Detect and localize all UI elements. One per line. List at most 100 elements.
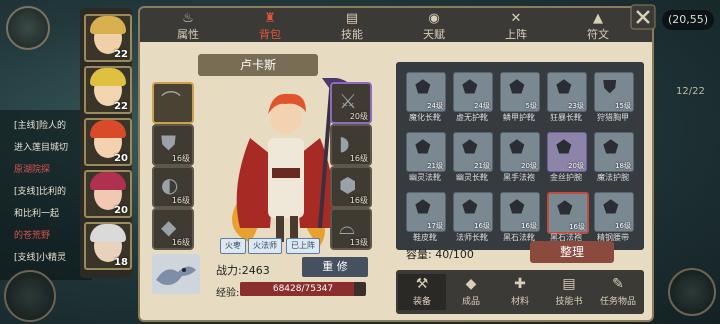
inventory-item[interactable]: ⬟ 16级 bbox=[453, 192, 493, 232]
equipment-icon: ⌓ bbox=[339, 215, 355, 239]
minimap-compass[interactable] bbox=[6, 6, 50, 50]
exp-bar: 68428/75347 bbox=[240, 282, 366, 296]
equipment-slot-right[interactable]: ⬢ 16级 bbox=[330, 166, 372, 208]
party-member-portrait[interactable]: 20 bbox=[84, 118, 132, 166]
party-member-portrait[interactable]: 22 bbox=[84, 66, 132, 114]
equipment-slot-right[interactable]: ⌓ 13级 bbox=[330, 208, 372, 250]
category-tab-label: 装备 bbox=[412, 297, 431, 307]
capacity-value: 40/100 bbox=[435, 248, 474, 261]
scroll-icon: ✎ bbox=[612, 276, 624, 292]
pouch-icon: ◆ bbox=[465, 276, 477, 292]
quest-line[interactable]: [支线]比利的 bbox=[14, 184, 66, 197]
item-icon: ⬟ bbox=[415, 77, 431, 98]
inventory-item[interactable]: ⬟ 23级 bbox=[547, 72, 587, 112]
party-member-portrait[interactable]: 18 bbox=[84, 222, 132, 270]
category-tab-技能书[interactable]: ▤ 技能书 bbox=[545, 274, 593, 307]
fire-icon: ♨ bbox=[182, 11, 194, 26]
party-member-portrait[interactable]: 20 bbox=[84, 170, 132, 218]
equipment-slot-left[interactable]: ⌒ bbox=[152, 82, 194, 124]
item-name: 鳞甲护靴 bbox=[503, 113, 535, 122]
tab-label: 符文 bbox=[587, 28, 609, 41]
tab-天赋[interactable]: ◉ 天赋 bbox=[404, 10, 464, 42]
inventory-item[interactable]: ⬟ 24级 bbox=[453, 72, 493, 112]
eye-icon: ◉ bbox=[428, 11, 440, 26]
equipment-level: 16级 bbox=[349, 154, 368, 163]
equipment-level: 16级 bbox=[171, 154, 190, 163]
item-level: 24级 bbox=[474, 102, 490, 110]
close-button[interactable] bbox=[630, 4, 656, 30]
quest-line[interactable]: 的苍荒野 bbox=[14, 228, 50, 241]
tab-背包[interactable]: ♜ 背包 bbox=[240, 10, 300, 42]
item-level: 18级 bbox=[615, 162, 631, 170]
tab-属性[interactable]: ♨ 属性 bbox=[158, 10, 218, 42]
item-icon: ⬟ bbox=[509, 137, 525, 158]
tab-符文[interactable]: ▲ 符文 bbox=[568, 10, 628, 42]
item-name: 狩猎胸甲 bbox=[597, 113, 629, 122]
quest-line[interactable]: [主线]险人的 bbox=[14, 118, 66, 131]
inventory-item[interactable]: ⬟ 18级 bbox=[594, 132, 634, 172]
map-coordinates: (20,55) bbox=[662, 10, 714, 30]
category-tab-任务物品[interactable]: ✎ 任务物品 bbox=[594, 274, 642, 307]
hero-tag: 火法师 bbox=[248, 238, 282, 254]
equipment-slot-right[interactable]: ◗ 16级 bbox=[330, 124, 372, 166]
item-name: 幽灵长靴 bbox=[456, 173, 488, 182]
joystick-compass[interactable] bbox=[4, 270, 56, 322]
book-icon: ▤ bbox=[562, 276, 576, 292]
inventory-item[interactable]: ⬟ 24级 bbox=[406, 72, 446, 112]
action-orb[interactable] bbox=[668, 268, 716, 316]
inventory-item[interactable]: ⬟ 21级 bbox=[406, 132, 446, 172]
inventory-item[interactable]: ⬟ 16级 bbox=[500, 192, 540, 232]
inventory-item[interactable]: ⬟ 20级 bbox=[547, 132, 587, 172]
backpack-icon: ♜ bbox=[264, 11, 276, 26]
item-level: 24级 bbox=[427, 102, 443, 110]
party-roster: 22 22 20 20 18 bbox=[80, 8, 132, 278]
inventory-item[interactable]: ⬟ 16级 bbox=[594, 192, 634, 232]
category-tab-label: 成品 bbox=[461, 297, 480, 307]
quest-line[interactable]: 进入莲目城切 bbox=[14, 140, 68, 153]
tab-上阵[interactable]: ✕ 上阵 bbox=[486, 10, 546, 42]
inventory-item[interactable]: ⛊ 15级 bbox=[594, 72, 634, 112]
capacity: 容量: 40/100 bbox=[406, 246, 474, 262]
item-icon: ⬟ bbox=[462, 137, 478, 158]
equipment-slot-left[interactable]: ◐ 16级 bbox=[152, 166, 194, 208]
reset-button[interactable]: 重 修 bbox=[302, 257, 368, 277]
item-level: 20级 bbox=[521, 162, 537, 170]
tab-技能[interactable]: ▤ 技能 bbox=[322, 10, 382, 42]
capacity-label: 容量: bbox=[406, 248, 432, 261]
party-member-level: 22 bbox=[114, 49, 128, 60]
party-member-level: 20 bbox=[114, 205, 128, 216]
item-level: 17级 bbox=[427, 222, 443, 230]
equipment-slot-left[interactable]: ⛊ 16级 bbox=[152, 124, 194, 166]
category-tab-材料[interactable]: ✚ 材料 bbox=[496, 274, 544, 307]
inventory-item[interactable]: ⬟ 16级 bbox=[547, 192, 589, 234]
inventory-item[interactable]: ⬟ 20级 bbox=[500, 132, 540, 172]
item-name: 魔化长靴 bbox=[409, 113, 441, 122]
item-name: 狂暴长靴 bbox=[550, 113, 582, 122]
category-tab-成品[interactable]: ◆ 成品 bbox=[447, 274, 495, 307]
quest-tracker[interactable]: [主线]险人的 进入莲目城切 原湖院探 [支线]比利的 和比利一起的苍荒野 [支线]小精灵 bbox=[0, 110, 92, 280]
item-name: 虚无护靴 bbox=[456, 113, 488, 122]
item-icon: ⬟ bbox=[556, 137, 572, 158]
sort-button[interactable]: 整理 bbox=[530, 241, 614, 263]
book-icon: ▤ bbox=[345, 11, 359, 26]
combat-power: 战力:2463 bbox=[216, 264, 270, 277]
quest-line[interactable]: 原湖院探 bbox=[14, 162, 50, 175]
quest-line[interactable]: 和比利一起 bbox=[14, 206, 59, 219]
hair bbox=[90, 224, 126, 242]
equipment-icon: ⛊ bbox=[161, 131, 176, 155]
equipment-slot-right[interactable]: ⚔ 20级 bbox=[330, 82, 372, 124]
inventory-item[interactable]: ⬟ 17级 bbox=[406, 192, 446, 232]
pet-slot[interactable] bbox=[152, 254, 200, 294]
inventory-item[interactable]: ⬟ 5级 bbox=[500, 72, 540, 112]
category-tab-装备[interactable]: ⚒ 装备 bbox=[398, 274, 446, 310]
party-member-portrait[interactable]: 22 bbox=[84, 14, 132, 62]
quest-line[interactable]: [支线]小精灵 bbox=[14, 250, 66, 263]
exp-value: 68428/75347 bbox=[272, 284, 334, 294]
inventory-item[interactable]: ⬟ 21级 bbox=[453, 132, 493, 172]
item-icon: ⬟ bbox=[509, 77, 525, 98]
tab-label: 上阵 bbox=[505, 28, 527, 41]
category-tab-label: 技能书 bbox=[555, 297, 583, 307]
equipment-slot-left[interactable]: ◆ 16级 bbox=[152, 208, 194, 250]
character-panel: ♨ 属性 ♜ 背包 ▤ 技能 ◉ 天赋 ✕ 上阵 ▲ 符文 卢卡斯 战力:2463 重 修 经验: 6… bbox=[140, 4, 656, 320]
item-level: 16级 bbox=[474, 222, 490, 230]
